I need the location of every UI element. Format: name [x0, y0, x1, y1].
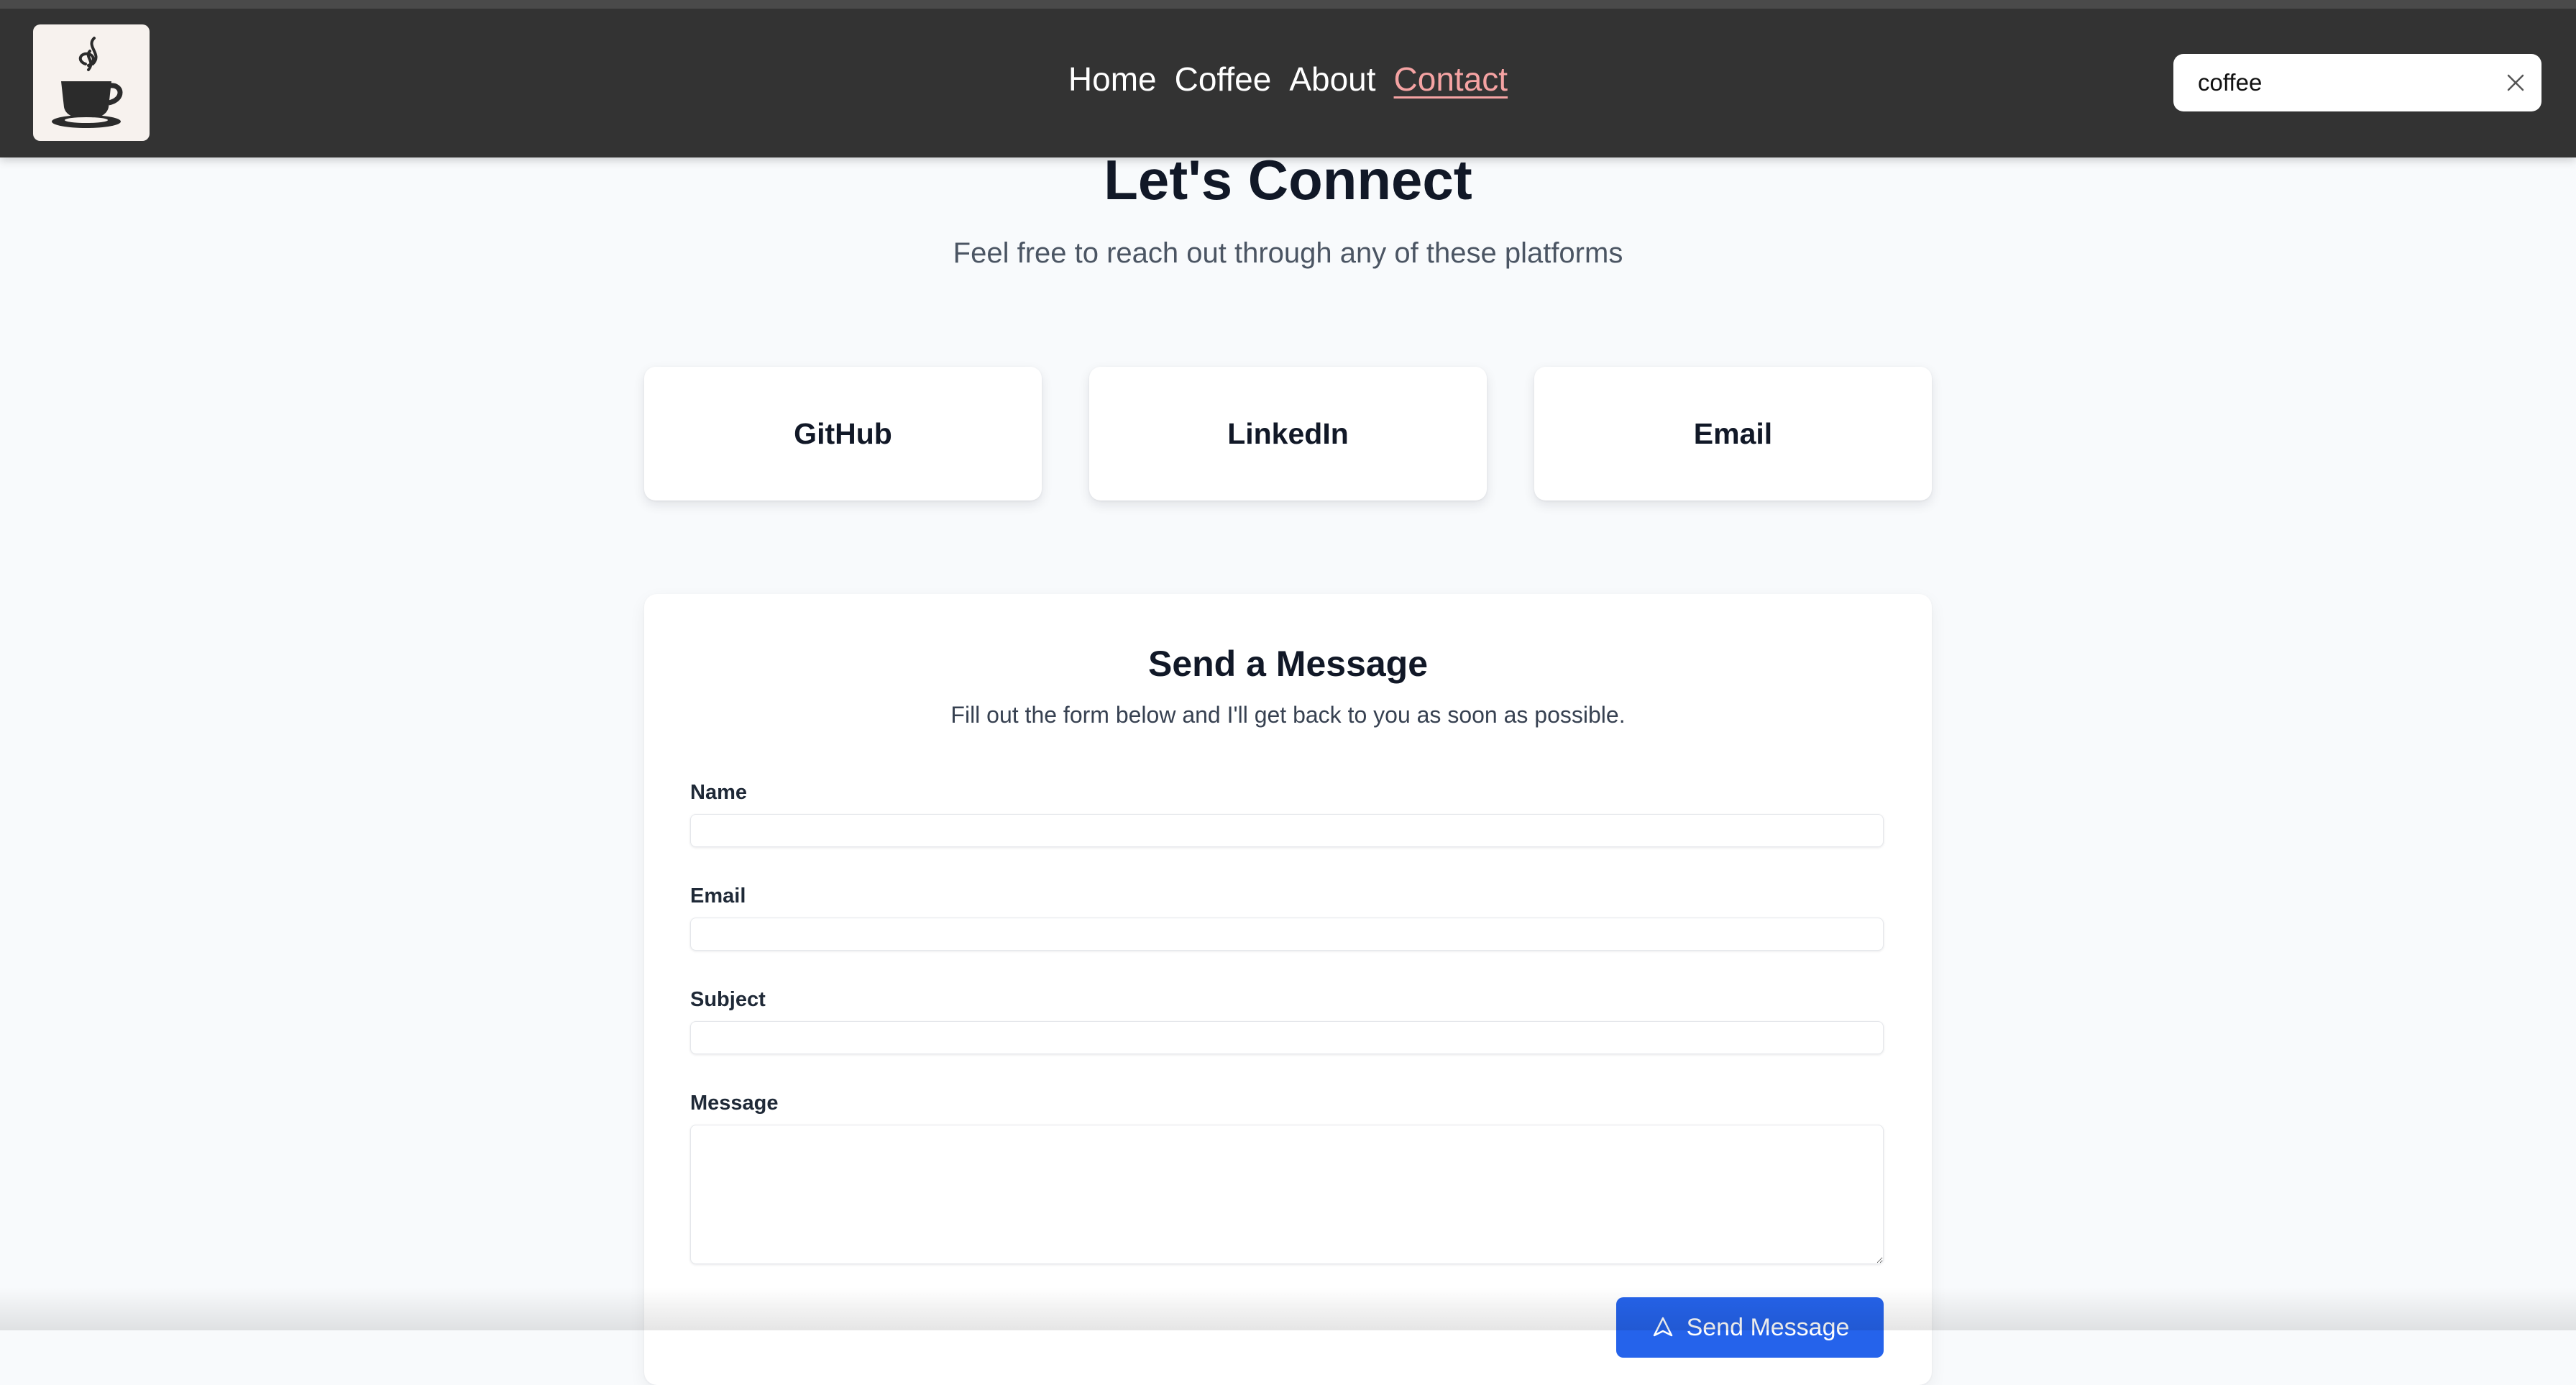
send-message-label: Send Message: [1686, 1313, 1850, 1341]
email-field[interactable]: [690, 918, 1884, 951]
message-field[interactable]: [690, 1125, 1884, 1264]
email-card-label: Email: [1693, 416, 1773, 450]
subject-label: Subject: [690, 988, 766, 1011]
linkedin-card[interactable]: LinkedIn: [1089, 367, 1487, 500]
github-card[interactable]: GitHub: [644, 367, 1042, 500]
nav-link-about[interactable]: About: [1289, 60, 1375, 99]
subject-field[interactable]: [690, 1021, 1884, 1054]
site-logo[interactable]: [33, 24, 150, 141]
platform-cards: GitHub LinkedIn Email: [644, 367, 1932, 500]
email-card[interactable]: Email: [1534, 367, 1932, 500]
name-label: Name: [690, 781, 747, 804]
message-label: Message: [690, 1092, 779, 1115]
search-input[interactable]: [2196, 68, 2505, 97]
navbar: Home Coffee About Contact: [0, 0, 2576, 157]
send-message-button[interactable]: Send Message: [1616, 1297, 1884, 1358]
page-subtitle: Feel free to reach out through any of th…: [953, 237, 1623, 269]
name-field[interactable]: [690, 814, 1884, 847]
nav-link-contact[interactable]: Contact: [1394, 60, 1508, 99]
search-box: [2173, 54, 2541, 111]
contact-form: Send a Message Fill out the form below a…: [644, 594, 1932, 1385]
email-label: Email: [690, 885, 746, 908]
linkedin-card-label: LinkedIn: [1227, 416, 1349, 450]
form-description: Fill out the form below and I'll get bac…: [950, 702, 1626, 728]
close-icon[interactable]: [2505, 70, 2526, 96]
send-icon: [1653, 1317, 1672, 1337]
github-card-label: GitHub: [794, 416, 892, 450]
coffee-cup-icon: [52, 37, 123, 128]
form-title: Send a Message: [1147, 644, 1429, 684]
nav-link-home[interactable]: Home: [1068, 60, 1157, 99]
nav-link-coffee[interactable]: Coffee: [1175, 60, 1272, 99]
